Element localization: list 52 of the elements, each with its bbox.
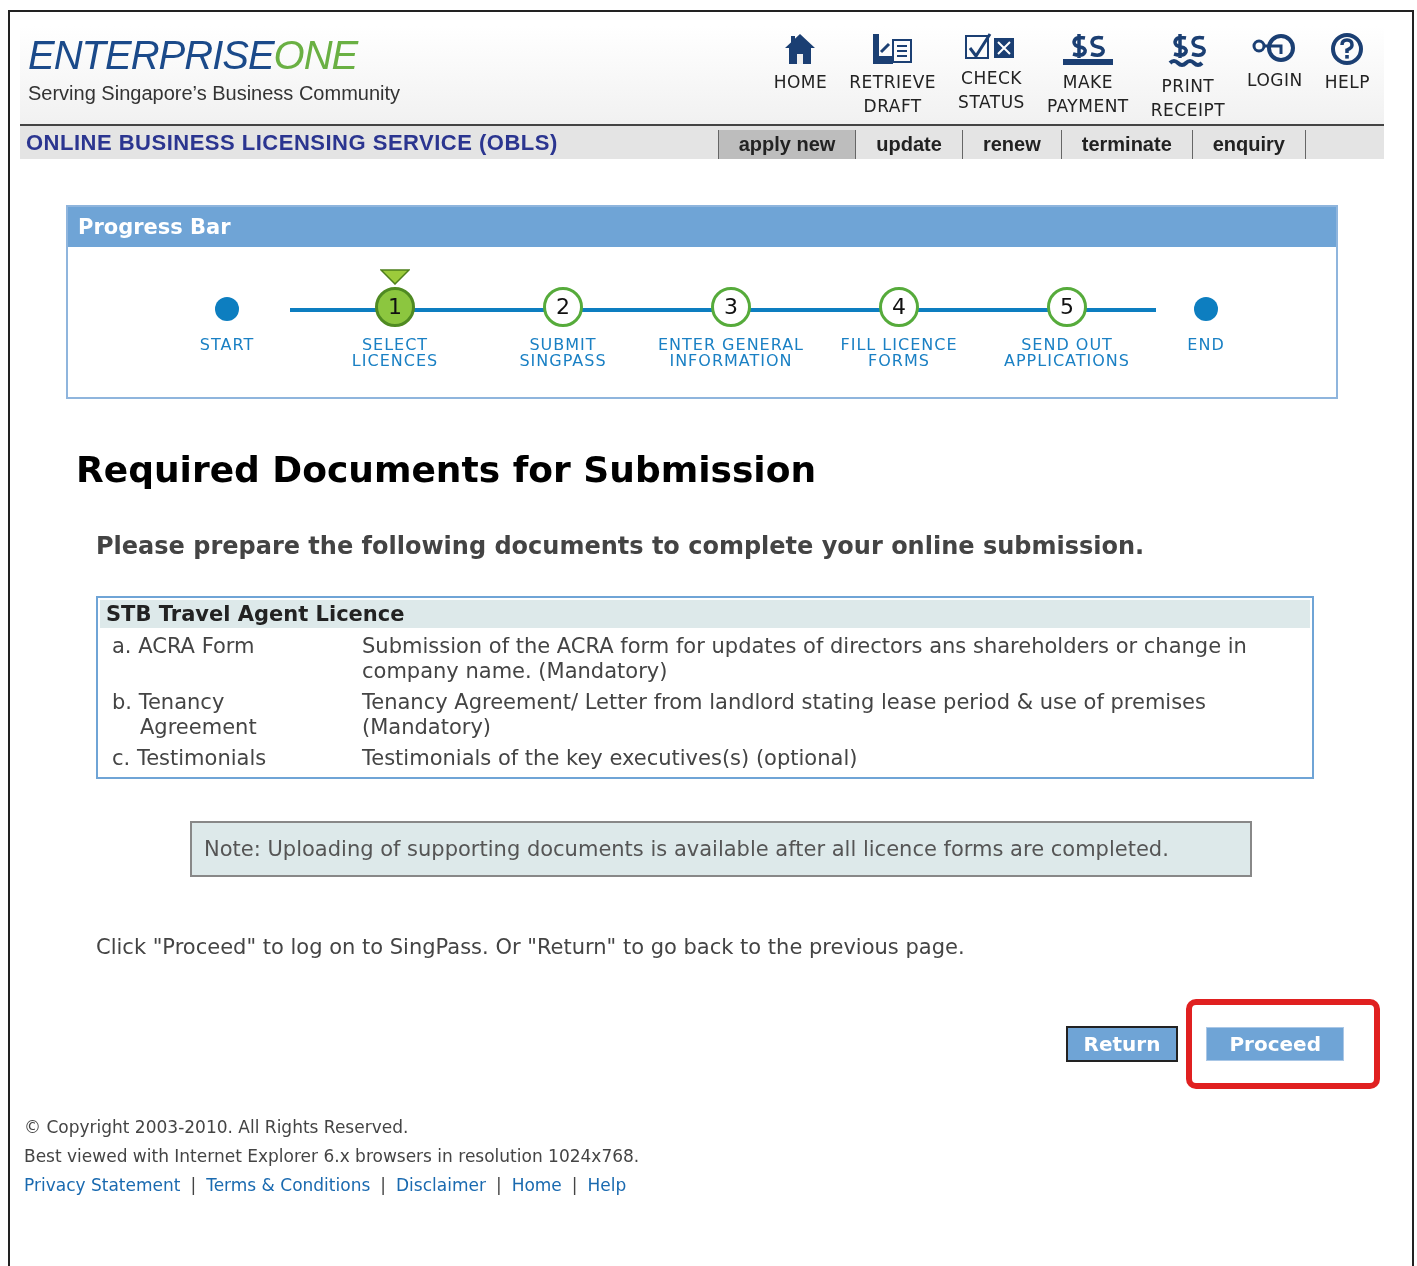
document-name: c. Testimonials bbox=[112, 746, 268, 771]
tagline: Serving Singapore’s Business Community bbox=[28, 82, 401, 105]
tab[interactable]: enquiry bbox=[1191, 130, 1306, 159]
help-icon bbox=[1330, 32, 1365, 66]
step-label: SEND OUT APPLICATIONS bbox=[1004, 337, 1130, 369]
document-icon bbox=[870, 32, 915, 66]
step-number: 4 bbox=[879, 287, 919, 327]
nav-link[interactable]: HELP bbox=[1324, 32, 1370, 124]
browser-note: Best viewed with Internet Explorer 6.x browsers in resolution 1024x768. bbox=[24, 1145, 641, 1168]
document-description: Submission of the ACRA form for updates of directors ans shareholders or change in company name. (Mandatory) bbox=[362, 634, 1248, 684]
tab[interactable]: terminate bbox=[1060, 130, 1192, 159]
footer-link[interactable]: Help bbox=[587, 1171, 627, 1200]
step-label: SELECT LICENCES bbox=[351, 337, 439, 369]
nav-link[interactable]: PRINT RECEIPT bbox=[1150, 32, 1226, 124]
step-label: SUBMIT SINGPASS bbox=[519, 337, 607, 369]
separator: | bbox=[571, 1174, 578, 1197]
step-number: 5 bbox=[1047, 287, 1087, 327]
dollar-icon bbox=[1060, 32, 1115, 66]
separator: | bbox=[380, 1174, 386, 1197]
nav-link[interactable]: CHECK STATUS bbox=[958, 32, 1025, 124]
footer-link[interactable]: Privacy Statement bbox=[24, 1171, 181, 1200]
instruction-text: Click "Proceed" to log on to SingPass. Or "Return" to go back to the previous page. bbox=[96, 935, 966, 959]
table-title: STB Travel Agent Licence bbox=[100, 600, 1310, 628]
document-name: a. ACRA Form bbox=[112, 634, 256, 659]
step-number: 1 bbox=[375, 287, 415, 327]
step-label: FILL LICENCE FORMS bbox=[840, 337, 958, 369]
step-label: ENTER GENERAL INFORMATION bbox=[657, 337, 805, 369]
step-label: END bbox=[1187, 337, 1225, 353]
document-description: Testimonials of the key executives(s) (optional) bbox=[362, 746, 859, 771]
tab[interactable]: update bbox=[855, 130, 962, 159]
note-text: Note: Uploading of supporting documents is available after all licence forms are completed. bbox=[204, 837, 1169, 861]
footer-link[interactable]: Disclaimer bbox=[396, 1171, 486, 1200]
step-label: START bbox=[199, 337, 255, 353]
nav-link[interactable]: MAKE PAYMENT bbox=[1046, 32, 1129, 124]
panel-title: Progress Bar bbox=[68, 207, 1336, 247]
intro-text: Please prepare the following documents to complete your online submission. bbox=[96, 532, 1146, 560]
nav-link[interactable]: LOGIN bbox=[1247, 32, 1303, 124]
page-heading: Required Documents for Submission bbox=[76, 449, 818, 490]
footer-link[interactable]: Terms & Conditions bbox=[206, 1171, 371, 1200]
step-number: 3 bbox=[711, 287, 751, 327]
logo: ENTERPRISEONE bbox=[28, 32, 360, 79]
tab[interactable]: apply new bbox=[717, 130, 856, 159]
footer-link[interactable]: Home bbox=[511, 1171, 562, 1200]
tab[interactable]: renew bbox=[961, 130, 1061, 159]
separator: | bbox=[495, 1174, 502, 1197]
copyright-text: © Copyright 2003-2010. All Rights Reserved. bbox=[24, 1116, 410, 1139]
nav-link[interactable]: HOME bbox=[773, 32, 828, 124]
document-description: Tenancy Agreement/ Letter from landlord stating lease period & use of premises (Mandatory) bbox=[362, 690, 1207, 740]
service-title: ONLINE BUSINESS LICENSING SERVICE (OBLS) bbox=[25, 129, 558, 157]
nav-link[interactable]: RETRIEVE DRAFT bbox=[849, 32, 937, 124]
separator: | bbox=[190, 1174, 197, 1197]
step-number: 2 bbox=[543, 287, 583, 327]
